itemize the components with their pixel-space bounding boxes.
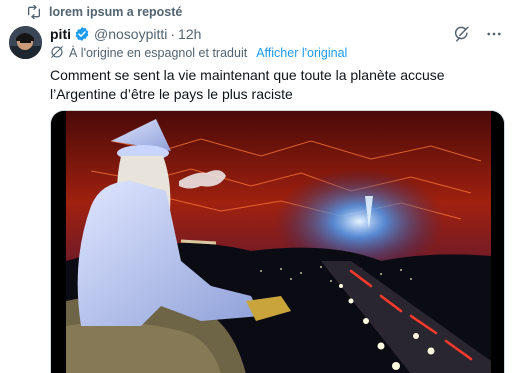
avatar[interactable] [9,26,42,59]
repost-label: lorem ipsum a reposté [49,5,183,19]
timestamp[interactable]: 12h [178,26,201,42]
repost-indicator[interactable]: lorem ipsum a reposté [26,4,182,20]
translate-icon [50,45,64,62]
more-options-icon[interactable] [484,24,504,44]
tweet-text: Comment se sent la vie maintenant que to… [50,67,445,102]
verified-badge-icon [74,26,90,42]
tweet-media-image[interactable] [50,110,505,373]
grok-icon[interactable] [452,24,472,44]
tweet-header: piti @nosoypitti · 12h [50,24,504,44]
show-original-link[interactable]: Afficher l'original [256,46,347,60]
separator-dot: · [170,26,176,42]
translation-note: À l'origine en espagnol et traduit [69,46,248,60]
display-name[interactable]: piti [50,26,71,42]
repost-icon [26,5,42,19]
translation-notice: À l'origine en espagnol et traduit Affic… [50,45,347,61]
handle[interactable]: @nosoypitti [94,26,167,42]
